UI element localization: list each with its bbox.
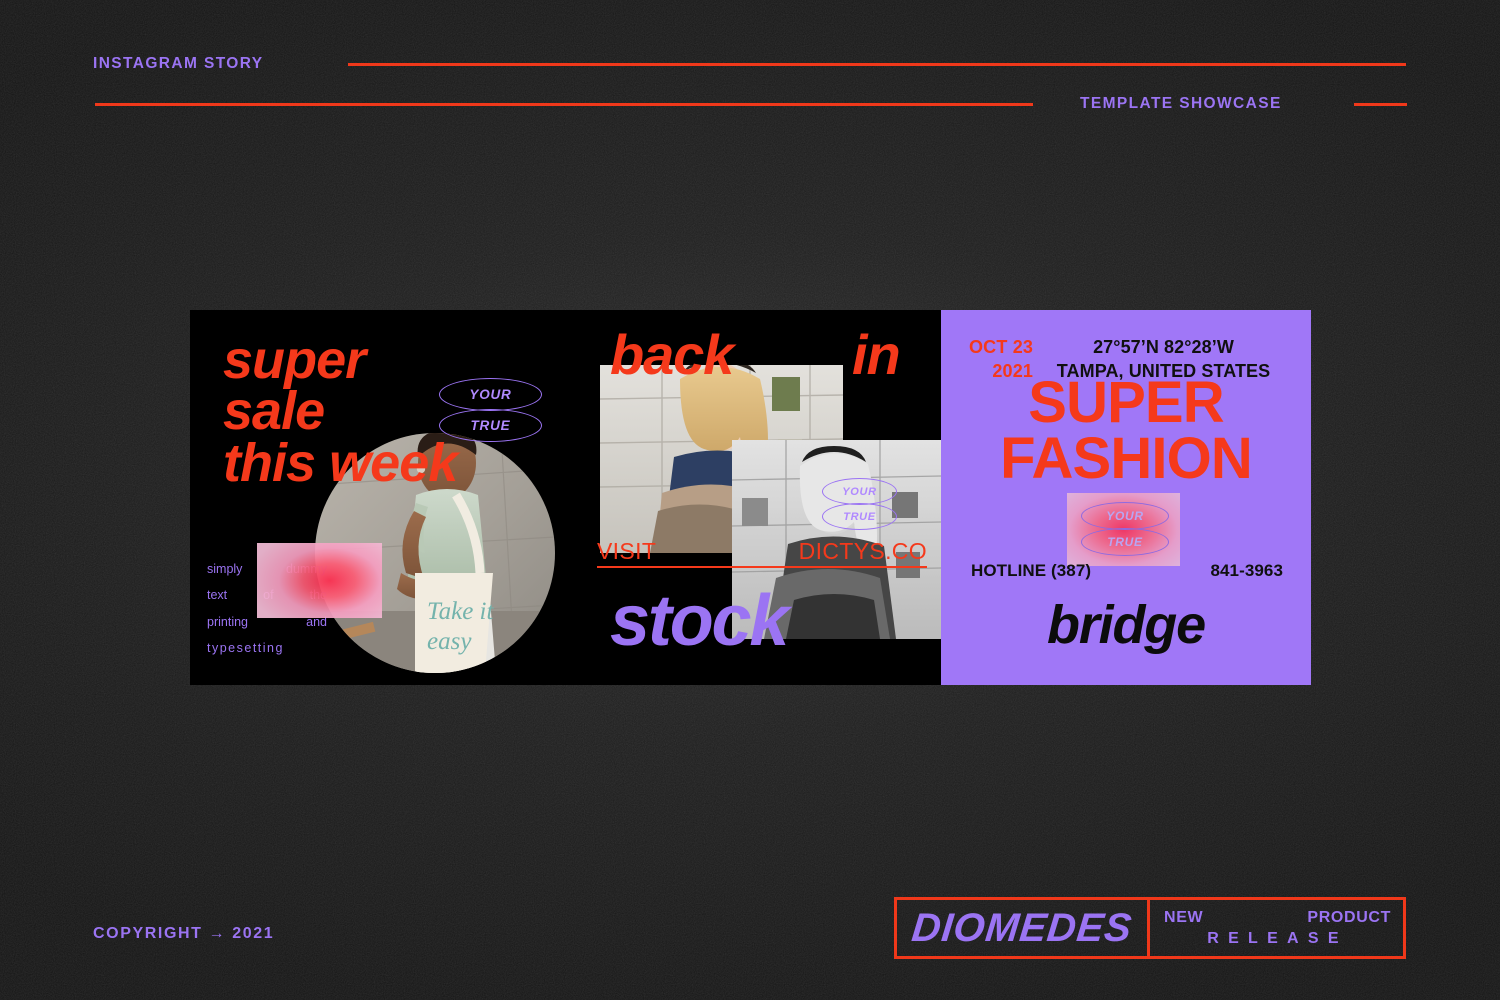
brand-new-label: NEW [1164, 908, 1204, 926]
hotline-label: HOTLINE (387) [971, 561, 1092, 580]
badge-your[interactable]: YOUR [822, 478, 897, 505]
right-badge-group: YOUR TRUE [1081, 502, 1169, 556]
left-badge-group: YOUR TRUE [439, 378, 542, 442]
dummy-line-4: typesetting [207, 640, 284, 655]
brand-logo[interactable]: DIOMEDES [910, 906, 1134, 951]
word-in: in [852, 323, 901, 386]
mid-badge-group: YOUR TRUE [822, 478, 897, 530]
svg-text:Take it: Take it [427, 598, 494, 625]
visit-url[interactable]: DICTYS.CO [799, 538, 927, 565]
word-back: back [610, 323, 734, 386]
dummy-word-text: text [207, 588, 228, 603]
badge-true[interactable]: TRUE [1081, 528, 1169, 556]
panel-right: OCT 23 2021 27°57’N 82°28’W TAMPA, UNITE… [941, 310, 1311, 685]
badge-your[interactable]: YOUR [1081, 502, 1169, 530]
brand-product-label: PRODUCT [1307, 908, 1391, 926]
header-rule-bottom [95, 103, 1033, 106]
brand-release-label: RELEASE [1207, 929, 1348, 947]
dummy-word-printing: printing [207, 614, 248, 629]
word-stock: stock [610, 581, 789, 661]
wordmark-bridge: bridge [1047, 595, 1206, 655]
panel-left: Take it easy super sale this week YOUR T… [190, 310, 590, 685]
right-headline: SUPER FASHION [1000, 370, 1253, 492]
header-right-label: TEMPLATE SHOWCASE [1080, 95, 1282, 112]
header-rule-top [348, 63, 1406, 66]
page-root: INSTAGRAM STORY TEMPLATE SHOWCASE Take i… [0, 0, 1500, 1000]
coordinates: 27°57’N 82°28’W [1093, 337, 1234, 357]
pink-gradient-swatch-left [257, 543, 382, 618]
badge-true[interactable]: TRUE [822, 503, 897, 530]
svg-text:easy: easy [427, 628, 472, 655]
panel-middle: back in YOUR TRUE VISIT DICTYS.CO stock [590, 310, 941, 685]
brand-row-top: NEW PRODUCT [1164, 909, 1391, 927]
brand-logo-cell: DIOMEDES [897, 900, 1150, 956]
brand-box: DIOMEDES NEW PRODUCT RELEASE [894, 897, 1406, 959]
hotline-row: HOTLINE (387) 841-3963 [971, 561, 1283, 581]
template-artboard: Take it easy super sale this week YOUR T… [190, 310, 1311, 685]
date-line-1: OCT 23 [969, 337, 1034, 357]
badge-your[interactable]: YOUR [439, 378, 542, 411]
visit-label: VISIT [597, 538, 657, 564]
copyright-label: COPYRIGHT → 2021 [93, 925, 275, 942]
visit-underline [597, 566, 927, 568]
dummy-word-simply: simply [207, 562, 243, 576]
header-left-label: INSTAGRAM STORY [93, 55, 264, 72]
visit-row: VISIT DICTYS.CO [597, 538, 927, 565]
header-rule-tick [1354, 103, 1407, 106]
brand-text-cell: NEW PRODUCT RELEASE [1150, 900, 1403, 956]
hotline-number: 841-3963 [1210, 561, 1283, 580]
badge-true[interactable]: TRUE [439, 409, 542, 442]
